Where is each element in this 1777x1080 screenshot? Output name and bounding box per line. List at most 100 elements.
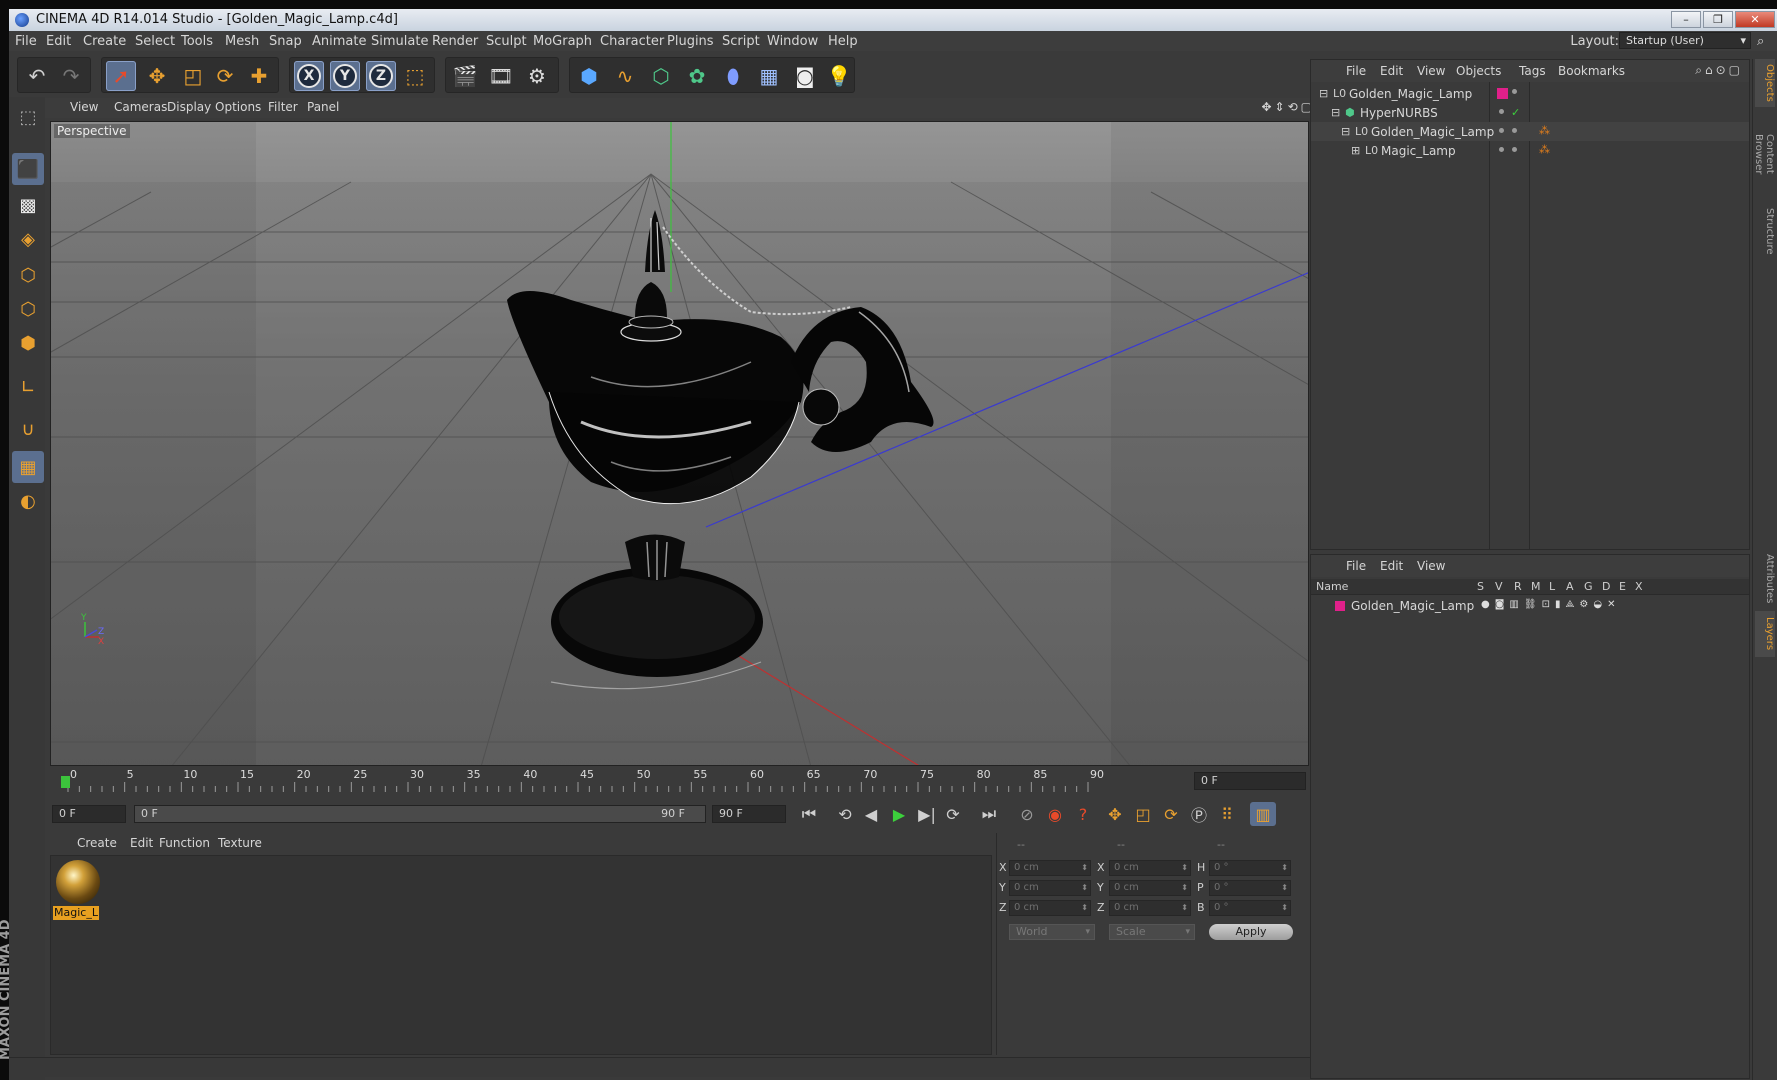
axis-mode-icon[interactable]: ∟ [12, 371, 44, 403]
undo-icon[interactable]: ↶ [22, 61, 52, 91]
menu-window[interactable]: Window [767, 34, 818, 49]
objmgr-menu-file[interactable]: File [1346, 64, 1366, 78]
rotation-p-field[interactable]: 0 ° [1209, 880, 1291, 896]
timeline-playhead[interactable] [61, 776, 70, 788]
key-move-icon[interactable]: ✥ [1102, 802, 1128, 826]
make-editable-icon[interactable]: ⬚ [12, 101, 44, 133]
layer-row[interactable]: Golden_Magic_Lamp ●◙▥⛓⊡▮⟁⚙◒✕ [1311, 597, 1749, 616]
tab-layers[interactable]: Layers [1755, 611, 1775, 657]
visibility-dot[interactable] [1499, 109, 1504, 114]
key-scale-icon[interactable]: ◰ [1130, 802, 1156, 826]
size-mode-select[interactable]: Scale [1109, 924, 1195, 940]
loop-forward-icon[interactable]: ⟳ [940, 802, 966, 826]
viewport-menu-cameras[interactable]: Cameras [114, 100, 167, 114]
render-settings-icon[interactable]: ⚙ [522, 61, 552, 91]
layout-select[interactable]: Startup (User) [1619, 32, 1751, 49]
viewport-navigation-icons[interactable]: ✥⇕⟲▢ [1261, 100, 1315, 114]
material-menu-function[interactable]: Function [159, 836, 210, 850]
menu-snap[interactable]: Snap [269, 34, 302, 49]
deformer-icon[interactable]: ⬮ [718, 61, 748, 91]
visibility-dot[interactable] [1499, 147, 1504, 152]
layer-col-animation[interactable]: A [1566, 580, 1574, 593]
layer-col-manager[interactable]: M [1531, 580, 1541, 593]
position-y-field[interactable]: 0 cm [1009, 880, 1091, 896]
menu-mesh[interactable]: Mesh [225, 34, 259, 49]
loop-back-icon[interactable]: ⟲ [832, 802, 858, 826]
expand-icon[interactable]: ⊞ [1351, 144, 1360, 157]
menu-select[interactable]: Select [135, 34, 175, 49]
layer-col-expressions[interactable]: E [1619, 580, 1626, 593]
points-mode-icon[interactable]: ⬡ [12, 259, 44, 291]
layer-col-locked[interactable]: L [1549, 580, 1555, 593]
object-row[interactable]: ⊟ L0 Golden_Magic_Lamp [1311, 84, 1749, 103]
timeline-window-icon[interactable]: ▥ [1250, 802, 1276, 826]
goto-start-icon[interactable]: ⏮ [796, 802, 822, 826]
model-mode-icon[interactable]: ⬛ [12, 153, 44, 185]
menu-edit[interactable]: Edit [46, 34, 71, 49]
current-frame-field[interactable]: 0 F [1194, 772, 1306, 790]
menu-render[interactable]: Render [432, 34, 478, 49]
menu-simulate[interactable]: Simulate [371, 34, 428, 49]
material-menu-create[interactable]: Create [77, 836, 117, 850]
objmgr-menu-tags[interactable]: Tags [1519, 64, 1546, 78]
layer-color-swatch[interactable] [1335, 601, 1345, 611]
visibility-dot[interactable] [1499, 128, 1504, 133]
viewport-menu-filter[interactable]: Filter [268, 100, 298, 114]
camera-icon[interactable]: ◙ [790, 61, 820, 91]
key-pla-icon[interactable]: ⠿ [1214, 802, 1240, 826]
search-icon[interactable]: ⌕ [1757, 34, 1773, 50]
objmgr-menu-edit[interactable]: Edit [1380, 64, 1403, 78]
layer-col-view[interactable]: V [1495, 580, 1503, 593]
layer-col-deformers[interactable]: D [1602, 580, 1610, 593]
texture-mode-icon[interactable]: ▩ [12, 189, 44, 221]
object-row[interactable]: ⊞ L0 Magic_Lamp ⁂ [1311, 141, 1749, 160]
position-x-field[interactable]: 0 cm [1009, 860, 1091, 876]
tab-attributes[interactable]: Attributes [1755, 549, 1775, 609]
tab-content-browser[interactable]: Content Browser [1753, 109, 1775, 199]
viewport-menu-display[interactable]: Display [167, 100, 211, 114]
material-tag-icon[interactable]: ⁂ [1539, 143, 1550, 156]
key-rotate-icon[interactable]: ⟳ [1158, 802, 1184, 826]
close-button[interactable]: ✕ [1735, 11, 1775, 28]
menu-help[interactable]: Help [828, 34, 858, 49]
collapse-icon[interactable]: ⊟ [1319, 87, 1328, 100]
workplane-mode-icon[interactable]: ◈ [12, 223, 44, 255]
play-icon[interactable]: ▶ [886, 802, 912, 826]
enabled-check-icon[interactable]: ✓ [1511, 106, 1520, 119]
autokey-icon[interactable]: ? [1070, 802, 1096, 826]
object-row[interactable]: ⊟ ⬢ HyperNURBS ✓ [1311, 103, 1749, 122]
cube-object-icon[interactable]: ⬢ [574, 61, 604, 91]
objmgr-nav-icons[interactable]: ⌕⌂⊙▢ [1695, 63, 1743, 78]
layer-col-render[interactable]: R [1514, 580, 1522, 593]
coordinate-system-icon[interactable]: ⬚ [400, 61, 430, 91]
render-dot[interactable] [1512, 128, 1517, 133]
light-icon[interactable]: 💡 [824, 61, 854, 91]
workplane-lock-icon[interactable]: ▦ [12, 451, 44, 483]
material-menu-texture[interactable]: Texture [218, 836, 262, 850]
menu-animate[interactable]: Animate [312, 34, 366, 49]
timeline-ruler[interactable]: 0 5 10 15 20 25 30 35 40 45 50 55 60 65 70 75 80 85 90 0 F [50, 768, 1309, 796]
size-x-field[interactable]: 0 cm [1109, 860, 1191, 876]
size-z-field[interactable]: 0 cm [1109, 900, 1191, 916]
layermgr-menu-file[interactable]: File [1346, 559, 1366, 573]
layermgr-menu-view[interactable]: View [1417, 559, 1445, 573]
object-row[interactable]: ⊟ L0 Golden_Magic_Lamp ⁂ [1311, 122, 1749, 141]
coordinate-mode-select[interactable]: World [1009, 924, 1095, 940]
menu-create[interactable]: Create [83, 34, 126, 49]
tab-structure[interactable]: Structure [1755, 201, 1775, 261]
step-forward-icon[interactable]: ▶| [914, 802, 940, 826]
nurbs-icon[interactable]: ⬡ [646, 61, 676, 91]
render-view-icon[interactable]: 🎬 [450, 61, 480, 91]
goto-end-icon[interactable]: ⏭ [976, 802, 1002, 826]
edges-mode-icon[interactable]: ⬡ [12, 293, 44, 325]
x-axis-lock-button[interactable]: X [294, 61, 324, 91]
mograph-cloner-icon[interactable]: ✿ [682, 61, 712, 91]
collapse-icon[interactable]: ⊟ [1331, 106, 1340, 119]
layer-col-generators[interactable]: G [1584, 580, 1593, 593]
collapse-icon[interactable]: ⊟ [1341, 125, 1350, 138]
redo-icon[interactable]: ↷ [56, 61, 86, 91]
move-tool-icon[interactable]: ✥ [142, 61, 172, 91]
menu-file[interactable]: File [15, 34, 37, 49]
snap-magnet-icon[interactable]: ∪ [12, 413, 44, 445]
size-y-field[interactable]: 0 cm [1109, 880, 1191, 896]
